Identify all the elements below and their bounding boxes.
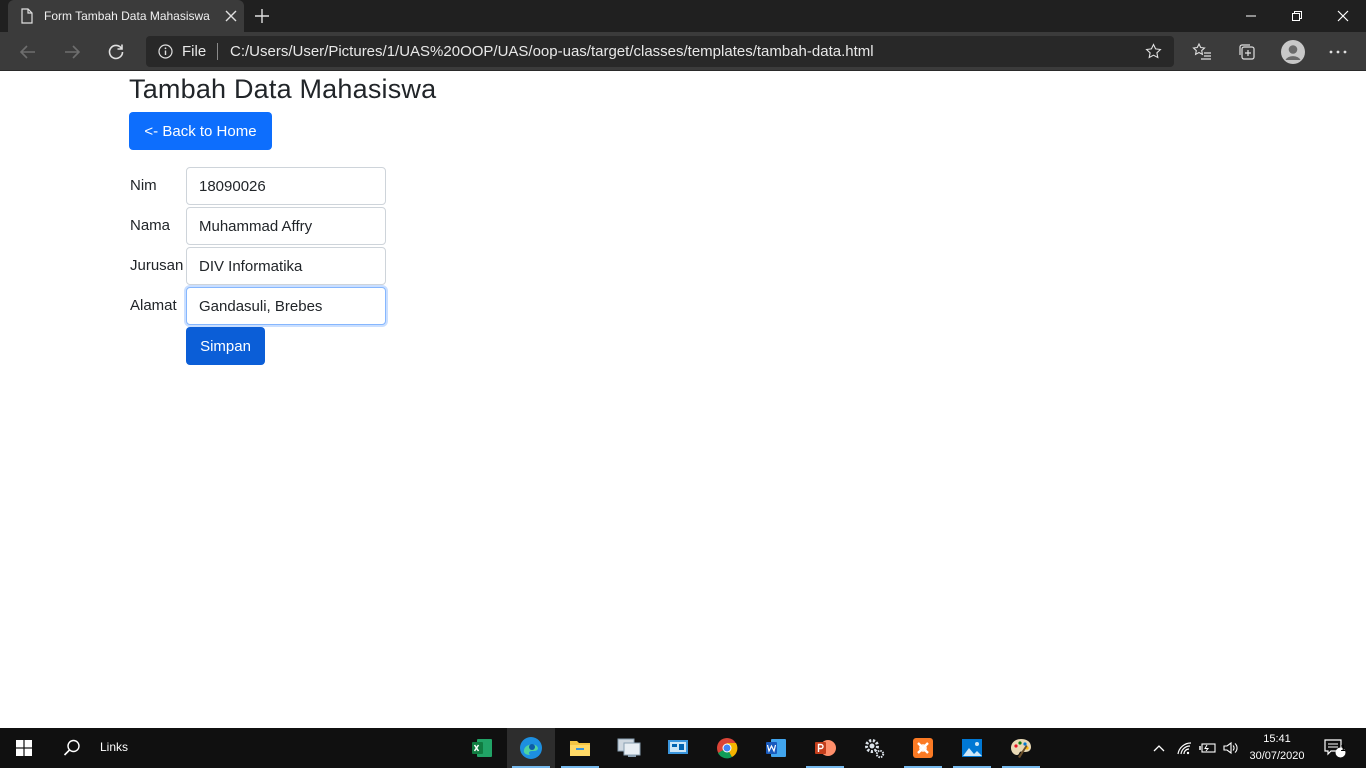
page-title: Tambah Data Mahasiswa (129, 74, 437, 104)
address-bar[interactable]: File C:/Users/User/Pictures/1/UAS%20OOP/… (146, 36, 1174, 67)
address-scheme: File (182, 43, 207, 60)
settings-more-button[interactable] (1327, 41, 1349, 63)
taskbar-app-photos[interactable] (948, 728, 996, 768)
gear-icon (865, 739, 885, 759)
wifi-icon (1177, 742, 1192, 755)
action-center-button[interactable]: 1 (1318, 728, 1352, 768)
minimize-button[interactable] (1228, 0, 1274, 32)
show-hidden-icons-button[interactable] (1148, 728, 1170, 768)
powerpoint-icon (815, 740, 836, 756)
forward-button[interactable] (60, 40, 84, 64)
simpan-button[interactable]: Simpan (186, 327, 265, 365)
taskbar: Links 15:41 30/07/2020 1 (0, 728, 1366, 768)
battery-button[interactable] (1197, 728, 1219, 768)
new-tab-icon[interactable] (254, 8, 270, 24)
taskbar-app-settings[interactable] (850, 728, 898, 768)
taskbar-search-button[interactable] (48, 728, 96, 768)
favorites-list-icon (1192, 42, 1211, 60)
paint-palette-icon (1011, 739, 1031, 758)
address-separator (217, 43, 218, 60)
restore-icon (1292, 11, 1302, 21)
collections-icon (1239, 44, 1255, 60)
collections-button[interactable] (1236, 41, 1258, 63)
network-button[interactable] (1174, 728, 1196, 768)
taskbar-app-excel[interactable] (458, 728, 506, 768)
photos-icon (962, 739, 982, 757)
arrow-right-icon (65, 45, 81, 59)
favorites-button[interactable] (1191, 41, 1213, 63)
nama-input[interactable] (186, 207, 386, 245)
taskbar-app-paint[interactable] (997, 728, 1045, 768)
speaker-icon (1223, 741, 1238, 755)
volume-button[interactable] (1220, 728, 1242, 768)
page-content: Tambah Data Mahasiswa <- Back to Home Ni… (0, 71, 1366, 728)
browser-titlebar: Form Tambah Data Mahasiswa (0, 0, 1366, 32)
taskbar-app-xampp[interactable] (899, 728, 947, 768)
battery-icon (1199, 743, 1216, 753)
star-icon[interactable] (1145, 43, 1162, 60)
profile-button[interactable] (1280, 39, 1306, 65)
windows-icon (16, 740, 32, 756)
nim-input[interactable] (186, 167, 386, 205)
search-icon (63, 739, 80, 756)
clock-date: 30/07/2020 (1249, 750, 1305, 762)
clock-time: 15:41 (1263, 733, 1291, 745)
refresh-button[interactable] (104, 40, 128, 64)
taskbar-app-control-panel[interactable] (654, 728, 702, 768)
taskbar-app-remote[interactable] (605, 728, 653, 768)
taskbar-app-word[interactable] (752, 728, 800, 768)
back-button[interactable] (16, 40, 40, 64)
system-clock[interactable]: 15:41 30/07/2020 (1242, 731, 1312, 765)
xampp-icon (913, 738, 933, 758)
edge-icon (520, 737, 542, 759)
address-url[interactable]: C:/Users/User/Pictures/1/UAS%20OOP/UAS/o… (230, 43, 874, 60)
taskbar-app-file-explorer[interactable] (556, 728, 604, 768)
folder-icon (570, 741, 590, 756)
chevron-up-icon (1153, 745, 1165, 752)
excel-icon (472, 739, 492, 757)
more-icon (1329, 50, 1347, 54)
control-panel-icon (668, 740, 688, 754)
browser-toolbar: File C:/Users/User/Pictures/1/UAS%20OOP/… (0, 32, 1366, 71)
links-toolbar[interactable]: Links (100, 740, 128, 754)
info-icon[interactable] (158, 44, 173, 59)
alamat-label: Alamat (130, 297, 177, 314)
refresh-icon (108, 44, 124, 60)
taskbar-app-edge[interactable] (507, 728, 555, 768)
computer-icon (617, 738, 641, 757)
minimize-icon (1246, 15, 1256, 17)
avatar-icon (1281, 40, 1305, 64)
jurusan-label: Jurusan (130, 257, 184, 274)
nim-label: Nim (130, 177, 157, 194)
taskbar-app-powerpoint[interactable] (801, 728, 849, 768)
close-icon (1337, 10, 1349, 22)
alamat-input[interactable] (186, 287, 386, 325)
arrow-left-icon (19, 45, 35, 59)
browser-tab[interactable]: Form Tambah Data Mahasiswa (8, 0, 244, 32)
restore-button[interactable] (1274, 0, 1320, 32)
nama-label: Nama (130, 217, 171, 234)
jurusan-input[interactable] (186, 247, 386, 285)
word-icon (766, 739, 786, 757)
page-icon (21, 8, 33, 24)
tab-title: Form Tambah Data Mahasiswa (44, 9, 210, 23)
back-to-home-button[interactable]: <- Back to Home (129, 112, 272, 150)
close-icon[interactable] (224, 9, 238, 23)
window-close-button[interactable] (1320, 0, 1366, 32)
taskbar-app-chrome[interactable] (703, 728, 751, 768)
notification-count: 1 (1340, 743, 1346, 753)
chrome-icon (717, 738, 738, 759)
start-button[interactable] (0, 728, 48, 768)
